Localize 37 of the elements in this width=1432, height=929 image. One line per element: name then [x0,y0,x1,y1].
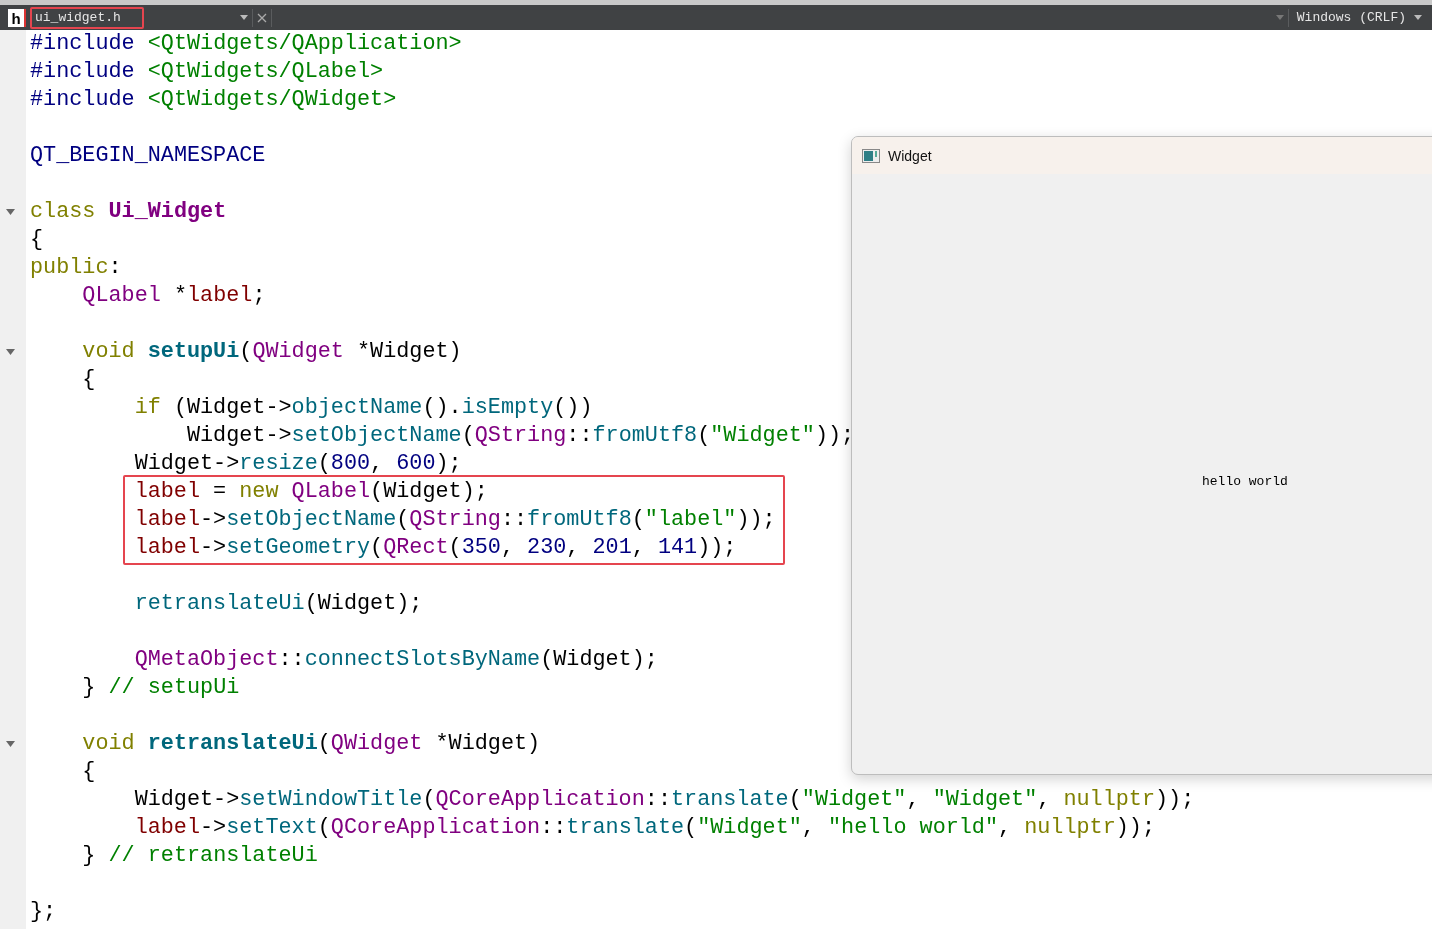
code-line: void retranslateUi(QWidget *Widget) [82,730,541,758]
code-line: { [30,226,44,254]
code-line: retranslateUi(Widget); [134,590,423,618]
code-line: label = new QLabel(Widget); [134,478,488,506]
code-line: Widget->setObjectName(QString::fromUtf8("Widget")); [186,422,855,450]
window-icon [862,148,880,163]
dropdown-arrow-icon[interactable] [1414,15,1422,20]
code-line: Widget->resize(800, 600); [134,450,462,478]
code-line: { [82,366,96,394]
code-line: #include <QtWidgets/QApplication> [30,30,462,58]
line-ending-selector[interactable]: Windows (CRLF) [1292,10,1414,25]
code-line: public: [30,254,122,282]
code-line: QMetaObject::connectSlotsByName(Widget); [134,646,658,674]
code-line: class Ui_Widget [30,198,227,226]
close-icon[interactable] [257,12,267,23]
code-line: #include <QtWidgets/QWidget> [30,86,397,114]
fold-arrow-icon[interactable] [6,209,15,215]
code-line: label->setObjectName(QString::fromUtf8("label")); [134,506,776,534]
header-file-icon: h [8,8,26,27]
code-line: if (Widget->objectName().isEmpty()) [134,394,593,422]
fold-arrow-icon[interactable] [6,741,15,747]
code-line: label->setText(QCoreApplication::translate("Widget", "hello world", nullptr)); [134,814,1155,842]
code-line: QT_BEGIN_NAMESPACE [30,142,266,170]
fold-arrow-icon[interactable] [6,349,15,355]
code-line: } // retranslateUi [82,842,318,870]
code-line: void setupUi(QWidget *Widget) [82,338,462,366]
code-line: Widget->setWindowTitle(QCoreApplication::translate("Widget", "Widget", nullptr)); [134,786,1195,814]
code-line: } // setupUi [82,674,240,702]
file-tab[interactable]: ui_widget.h [30,6,144,29]
window-title: Widget [888,147,932,164]
code-line: QLabel *label; [82,282,266,310]
code-line: }; [30,898,57,926]
code-line: #include <QtWidgets/QLabel> [30,58,384,86]
label-text: hello world [1202,474,1288,489]
code-line: label->setGeometry(QRect(350, 230, 201, 141)); [134,534,737,562]
code-line: { [82,758,96,786]
dropdown-arrow-icon[interactable] [240,15,248,20]
